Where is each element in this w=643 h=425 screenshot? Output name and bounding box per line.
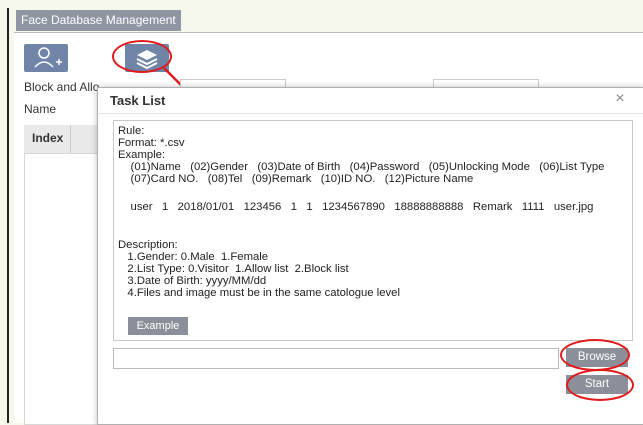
description-line-4: 4.Files and image must be in the same ca… (118, 287, 400, 299)
close-icon[interactable]: × (612, 90, 628, 108)
description-line-3: 3.Date of Birth: yyyy/MM/dd (118, 275, 267, 287)
table-header-index: Index (32, 131, 64, 145)
dialog-title: Task List (110, 93, 166, 108)
table-header-divider (70, 125, 71, 153)
example-button[interactable]: Example (128, 317, 188, 335)
left-frame-border (7, 8, 9, 423)
rule-sample-row: user 1 2018/01/01 123456 1 1 1234567890 … (118, 201, 594, 213)
file-path-input[interactable] (113, 348, 559, 369)
name-label: Name (24, 102, 57, 116)
dialog-divider (98, 113, 643, 114)
description-line-1: 1.Gender: 0.Male 1.Female (118, 251, 269, 263)
highlight-circle-start (566, 369, 634, 401)
block-allow-label: Block and Allo (24, 80, 100, 94)
tab-face-database-management[interactable]: Face Database Management (16, 10, 181, 31)
description-heading: Description: (118, 239, 178, 251)
highlight-circle-browse (560, 339, 630, 371)
rule-heading: Rule: (118, 125, 145, 137)
add-person-button[interactable] (24, 44, 68, 72)
rule-format: Format: *.csv (118, 137, 185, 149)
add-person-icon (34, 47, 62, 68)
rule-fields-line-2: (07)Card NO. (08)Tel (09)Remark (10)ID N… (118, 173, 474, 185)
description-line-2: 2.List Type: 0.Visitor 1.Allow list 2.Bl… (118, 263, 349, 275)
rule-fields-line-1: (01)Name (02)Gender (03)Date of Birth (0… (118, 161, 605, 173)
rule-box: Rule: Format: *.csv Example: (01)Name (0… (113, 120, 633, 341)
rule-example-heading: Example: (118, 149, 166, 161)
